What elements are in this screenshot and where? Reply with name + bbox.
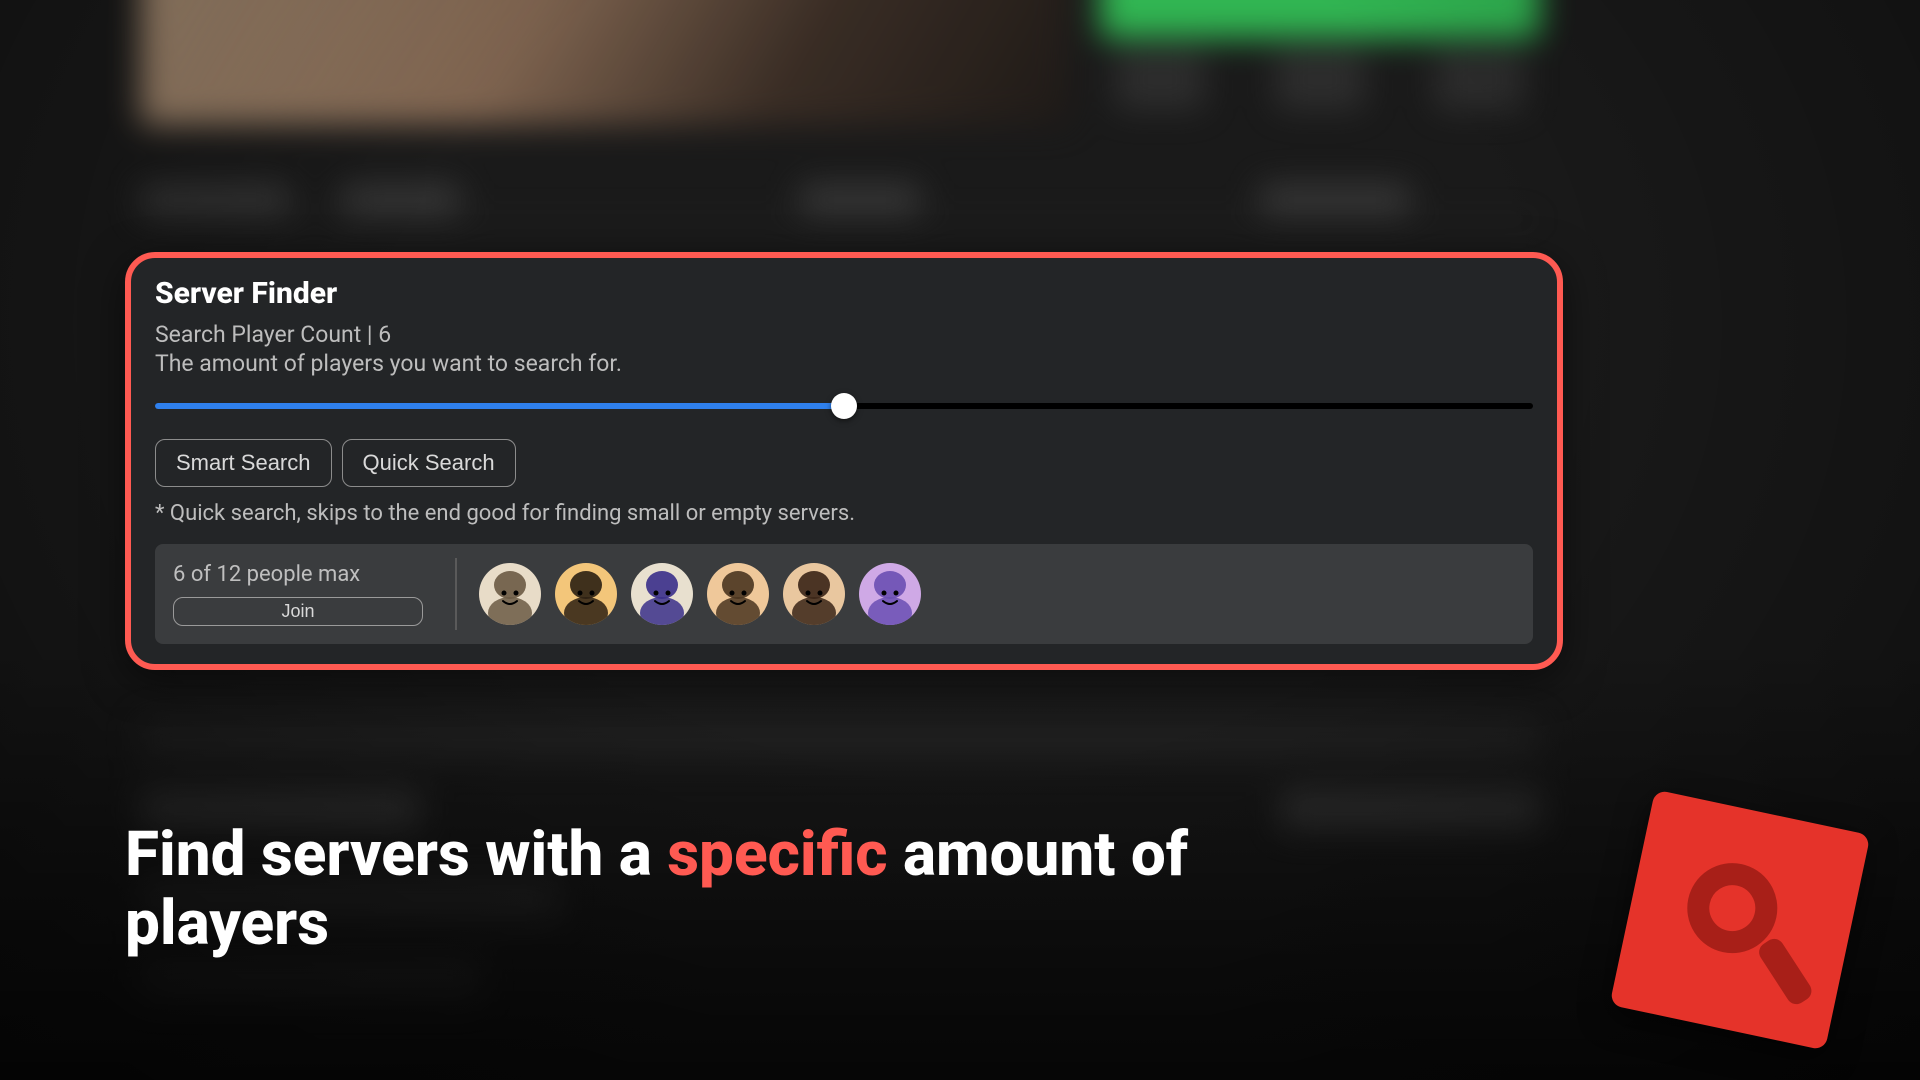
avatar-list bbox=[479, 563, 921, 625]
avatar bbox=[555, 563, 617, 625]
avatar bbox=[479, 563, 541, 625]
slider-fill bbox=[155, 403, 844, 409]
caption-pre: Find servers with a bbox=[125, 818, 667, 891]
extension-logo bbox=[1610, 790, 1871, 1051]
avatar bbox=[783, 563, 845, 625]
quick-search-button[interactable]: Quick Search bbox=[342, 439, 516, 487]
avatar bbox=[707, 563, 769, 625]
quick-search-hint: * Quick search, skips to the end good fo… bbox=[155, 501, 1533, 526]
smart-search-button[interactable]: Smart Search bbox=[155, 439, 332, 487]
player-count-label: Search Player Count | 6 bbox=[155, 321, 1533, 348]
server-result-card: 6 of 12 people max Join bbox=[155, 544, 1533, 644]
server-finder-panel: Server Finder Search Player Count | 6 Th… bbox=[125, 252, 1563, 670]
avatar bbox=[859, 563, 921, 625]
player-count-description: The amount of players you want to search… bbox=[155, 350, 1533, 377]
promo-caption: Find servers with a specific amount of p… bbox=[125, 820, 1325, 959]
server-population-text: 6 of 12 people max bbox=[173, 562, 433, 587]
search-button-row: Smart Search Quick Search bbox=[155, 439, 1533, 487]
join-button[interactable]: Join bbox=[173, 597, 423, 626]
panel-title: Server Finder bbox=[155, 276, 1533, 311]
slider-thumb[interactable] bbox=[831, 393, 857, 419]
player-count-slider[interactable] bbox=[155, 391, 1533, 421]
avatar bbox=[631, 563, 693, 625]
divider bbox=[455, 558, 457, 630]
caption-accent: specific bbox=[667, 818, 887, 891]
